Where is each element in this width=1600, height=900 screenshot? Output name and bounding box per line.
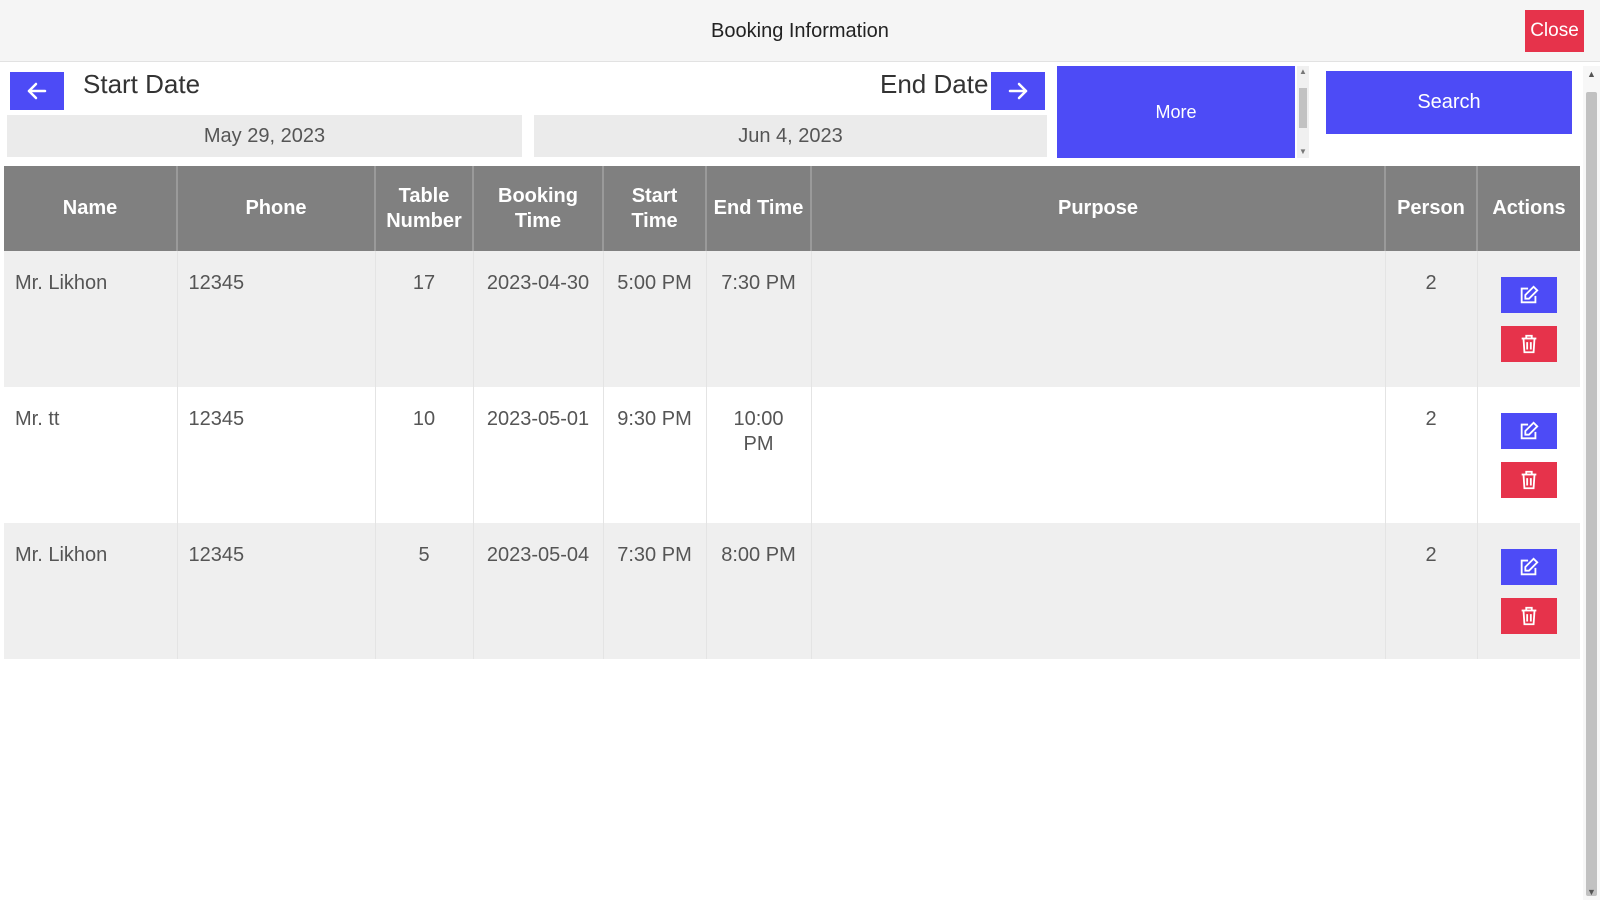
table-row: Mr. Likhon 12345 17 2023-04-30 5:00 PM 7…: [4, 251, 1580, 387]
cell-actions: [1477, 523, 1580, 659]
dialog-header: Booking Information Close: [0, 0, 1600, 62]
end-date-field[interactable]: Jun 4, 2023: [534, 115, 1047, 157]
table-row: Mr. Likhon 12345 5 2023-05-04 7:30 PM 8:…: [4, 523, 1580, 659]
table-header-row: Name Phone Table Number Booking Time Sta…: [4, 166, 1580, 251]
scroll-down-icon[interactable]: ▼: [1297, 146, 1309, 158]
cell-purpose: [811, 251, 1386, 387]
cell-phone: 12345: [177, 523, 376, 659]
cell-name: Mr. Likhon: [4, 251, 178, 387]
cell-table-number: 5: [375, 523, 474, 659]
cell-start-time: 5:00 PM: [603, 251, 707, 387]
more-scrollbar[interactable]: ▲ ▼: [1297, 66, 1309, 158]
page-title: Booking Information: [711, 20, 889, 42]
arrow-right-icon: [1008, 82, 1028, 100]
column-header-start-time: Start Time: [603, 166, 707, 251]
cell-phone: 12345: [177, 251, 376, 387]
scroll-down-icon[interactable]: ▼: [1583, 884, 1600, 900]
start-date-field[interactable]: May 29, 2023: [7, 115, 522, 157]
cell-start-time: 9:30 PM: [603, 387, 707, 523]
scroll-thumb[interactable]: [1299, 88, 1307, 128]
cell-phone: 12345: [177, 387, 376, 523]
column-header-phone: Phone: [177, 166, 376, 251]
more-button[interactable]: More: [1057, 66, 1295, 158]
cell-start-time: 7:30 PM: [603, 523, 707, 659]
table-row: Mr. tt 12345 10 2023-05-01 9:30 PM 10:00…: [4, 387, 1580, 523]
cell-name: Mr. tt: [4, 387, 178, 523]
end-date-label: End Date: [880, 69, 989, 99]
bookings-table-container: Name Phone Table Number Booking Time Sta…: [4, 166, 1580, 659]
cell-booking-time: 2023-05-01: [473, 387, 604, 523]
trash-icon: [1521, 470, 1537, 490]
edit-icon: [1520, 285, 1539, 304]
scroll-up-icon[interactable]: ▲: [1583, 66, 1600, 82]
edit-icon: [1520, 557, 1539, 576]
column-header-booking-time: Booking Time: [473, 166, 604, 251]
next-date-button[interactable]: [991, 72, 1045, 110]
cell-booking-time: 2023-04-30: [473, 251, 604, 387]
page-scrollbar[interactable]: ▲ ▼: [1583, 66, 1600, 900]
delete-button[interactable]: [1500, 462, 1557, 498]
start-date-label: Start Date: [83, 69, 201, 99]
search-button[interactable]: Search: [1326, 71, 1572, 134]
cell-person: 2: [1385, 387, 1478, 523]
column-header-purpose: Purpose: [811, 166, 1386, 251]
column-header-table-number: Table Number: [375, 166, 474, 251]
cell-actions: [1477, 387, 1580, 523]
cell-name: Mr. Likhon: [4, 523, 178, 659]
more-container: More ▲ ▼: [1057, 66, 1310, 158]
cell-booking-time: 2023-05-04: [473, 523, 604, 659]
column-header-end-time: End Time: [706, 166, 812, 251]
arrow-left-icon: [27, 82, 47, 100]
cell-end-time: 8:00 PM: [706, 523, 812, 659]
edit-button[interactable]: [1500, 413, 1557, 449]
scroll-up-icon[interactable]: ▲: [1297, 66, 1309, 78]
close-button[interactable]: Close: [1525, 10, 1584, 52]
cell-end-time: 10:00 PM: [706, 387, 812, 523]
column-header-actions: Actions: [1477, 166, 1580, 251]
edit-button[interactable]: [1500, 549, 1557, 585]
trash-icon: [1521, 334, 1537, 354]
delete-button[interactable]: [1500, 598, 1557, 634]
cell-purpose: [811, 387, 1386, 523]
cell-table-number: 17: [375, 251, 474, 387]
cell-purpose: [811, 523, 1386, 659]
edit-icon: [1520, 421, 1539, 440]
edit-button[interactable]: [1500, 277, 1557, 313]
cell-end-time: 7:30 PM: [706, 251, 812, 387]
column-header-person: Person: [1385, 166, 1478, 251]
cell-person: 2: [1385, 523, 1478, 659]
cell-person: 2: [1385, 251, 1478, 387]
delete-button[interactable]: [1500, 326, 1557, 362]
page-scroll-thumb[interactable]: [1586, 92, 1597, 896]
previous-date-button[interactable]: [10, 72, 64, 110]
cell-table-number: 10: [375, 387, 474, 523]
cell-actions: [1477, 251, 1580, 387]
trash-icon: [1521, 606, 1537, 626]
bookings-table: Name Phone Table Number Booking Time Sta…: [4, 166, 1580, 659]
column-header-name: Name: [4, 166, 178, 251]
